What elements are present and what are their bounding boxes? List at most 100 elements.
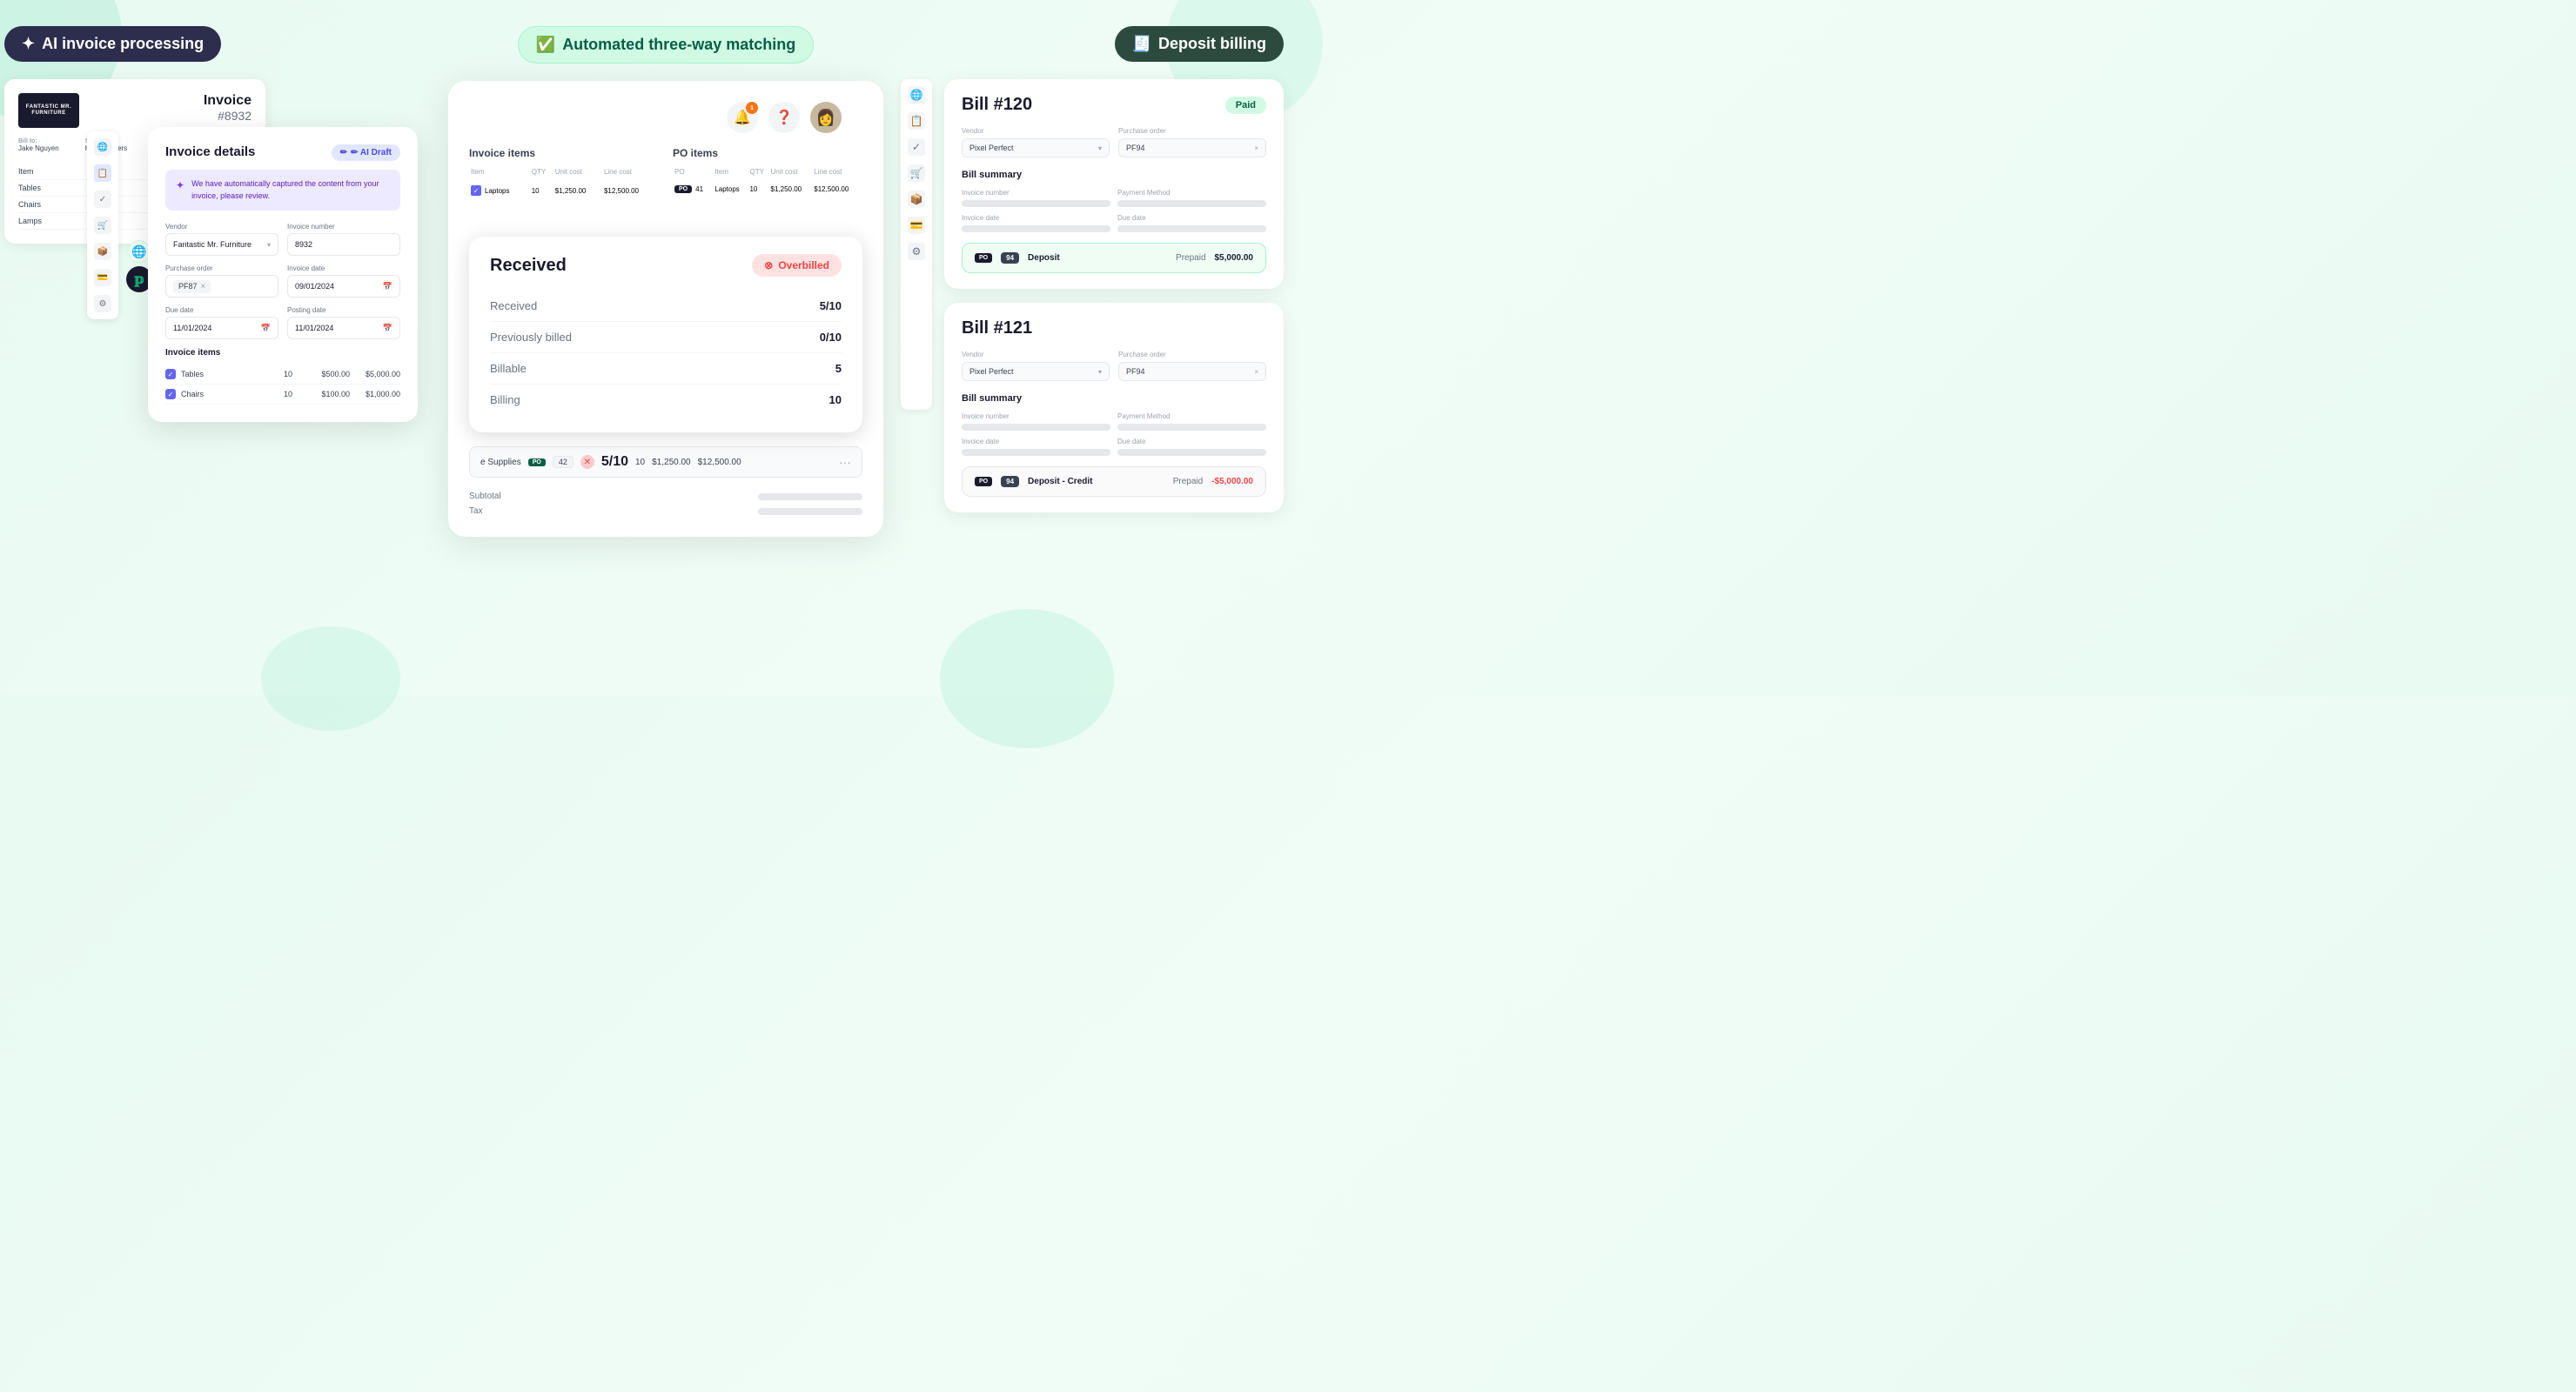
sidebar-icon-cart[interactable]: 🛒 — [94, 217, 111, 234]
tax-row: Tax — [469, 506, 862, 516]
bill-121-header: Bill #121 — [962, 318, 1266, 338]
col-item: Item — [471, 168, 530, 179]
col-qty: QTY — [532, 168, 553, 179]
r-sidebar-doc[interactable]: 📋 — [908, 112, 925, 130]
matching-grid: Invoice items Item QTY Unit cost Line co… — [469, 147, 862, 202]
subtotal-bar — [758, 493, 862, 500]
invoice-date-bar-121 — [962, 449, 1110, 456]
r-sidebar-globe[interactable]: 🌐 — [908, 86, 925, 104]
fantastic-logo: FANTASTIC MR. FURNITURE — [18, 93, 79, 128]
sidebar-icon-box[interactable]: 📦 — [94, 243, 111, 260]
po-field-121: Purchase order PF94 × — [1118, 351, 1266, 381]
user-avatar[interactable]: 👩 — [810, 102, 842, 133]
notification-bar: 🔔 1 ❓ 👩 — [490, 102, 842, 133]
invoice-date-field: Invoice date — [962, 214, 1110, 232]
matching-label: Automated three-way matching — [562, 36, 795, 54]
invoice-items-section: Invoice items Item QTY Unit cost Line co… — [469, 147, 659, 202]
received-row-1: Received 5/10 — [490, 291, 842, 322]
due-date-label: Due date — [165, 306, 278, 314]
invoice-date-field-121: Invoice date — [962, 438, 1110, 456]
po-group: Purchase order PF87 × — [165, 264, 278, 298]
sidebar-icon-check[interactable]: ✓ — [94, 191, 111, 208]
form-row-vendor-invoice: Vendor Fantastic Mr. Furniture Invoice n… — [165, 223, 400, 256]
po-tag-41: PO — [674, 185, 692, 193]
right-column: 🧾 Deposit billing 🌐 📋 ✓ 🛒 📦 💳 ⚙ — [901, 26, 1292, 512]
invoice-items-table: ✓ Tables 10 $500.00 $5,000.00 ✓ Chairs 1… — [165, 365, 400, 405]
tax-bar — [758, 508, 862, 515]
vendor-group: Vendor Fantastic Mr. Furniture — [165, 223, 278, 256]
sidebar-icon-settings[interactable]: ⚙ — [94, 295, 111, 312]
vendor-input[interactable]: Fantastic Mr. Furniture — [165, 233, 278, 256]
bill-to-block: Bill to: Jake Nguyen — [18, 138, 59, 157]
po-value-121[interactable]: PF94 × — [1118, 362, 1266, 381]
remove-po-120-icon[interactable]: × — [1254, 144, 1258, 152]
po-input[interactable]: PF87 × — [165, 275, 278, 298]
vendor-value-120[interactable]: Pixel Perfect ▾ — [962, 138, 1110, 157]
r-sidebar-settings[interactable]: ⚙ — [908, 243, 925, 260]
bill-to-label: Bill to: — [18, 138, 59, 144]
total-value: $12,500.00 — [698, 458, 741, 467]
po-num-42: 42 — [553, 456, 574, 468]
po-field: Purchase order PF94 × — [1118, 127, 1266, 157]
sparkle-icon: ✦ — [22, 35, 35, 53]
chevron-icon-121: ▾ — [1098, 368, 1102, 376]
ai-note-text: We have automatically captured the conte… — [191, 178, 390, 202]
po-num-badge-121: 94 — [1001, 476, 1019, 487]
ai-invoice-badge: ✦ AI invoice processing — [4, 26, 221, 62]
r-sidebar-card[interactable]: 💳 — [908, 217, 925, 234]
po-value-120[interactable]: PF94 × — [1118, 138, 1266, 157]
deco-circle-bl — [261, 626, 400, 731]
bill-121-summary-grid: Invoice number Payment Method Invoice da… — [962, 412, 1266, 456]
pencil-icon: ✏ — [340, 148, 347, 157]
vendor-field-121: Vendor Pixel Perfect ▾ — [962, 351, 1110, 381]
deposit-credit-line-121: PO 94 Deposit - Credit Prepaid -$5,000.0… — [962, 466, 1266, 497]
invoice-title: Invoice — [204, 93, 252, 109]
po-matching-table: PO Item QTY Unit cost Line cost — [673, 166, 862, 199]
vendor-value-121[interactable]: Pixel Perfect ▾ — [962, 362, 1110, 381]
close-red-icon[interactable]: ✕ — [580, 455, 594, 469]
notification-badge: 1 — [746, 102, 758, 114]
x-circle-icon: ⊗ — [764, 259, 773, 271]
invoice-num-field-121: Invoice number — [962, 412, 1110, 431]
bill-card-121: Bill #121 Vendor Pixel Perfect ▾ — [944, 303, 1284, 512]
sidebar-icon-globe[interactable]: 🌐 — [94, 138, 111, 156]
invoice-number-input[interactable]: 8932 — [287, 233, 400, 256]
payment-bar — [1117, 200, 1266, 207]
more-dots-icon[interactable]: ··· — [839, 455, 851, 469]
invoice-date-bar — [962, 225, 1110, 232]
payment-method-field-121: Payment Method — [1117, 412, 1266, 431]
bill-120-summary-grid: Invoice number Payment Method Invoice da… — [962, 189, 1266, 232]
remove-po-icon[interactable]: × — [201, 282, 206, 291]
po-table-row-1: PO 41 Laptops 10 $1,250.00 $12,500.00 — [674, 181, 861, 197]
invoice-date-input[interactable]: 09/01/2024 — [287, 275, 400, 298]
r-sidebar-cart[interactable]: 🛒 — [908, 164, 925, 182]
due-date-field: Due date — [1117, 214, 1266, 232]
r-sidebar-box[interactable]: 📦 — [908, 191, 925, 208]
deposit-line-item-120: PO 94 Deposit Prepaid $5,000.00 — [962, 243, 1266, 273]
remove-po-121-icon[interactable]: × — [1254, 368, 1258, 376]
bell-icon[interactable]: 🔔 1 — [727, 102, 758, 133]
mid-panel: 🔔 1 ❓ 👩 Invoice items Item — [448, 81, 883, 537]
col-line-po: Line cost — [814, 168, 861, 179]
bill-120-header: Bill #120 Paid — [962, 95, 1266, 115]
sidebar-icon-card[interactable]: 💳 — [94, 269, 111, 286]
invoice-date-label: Invoice date — [287, 264, 400, 272]
help-icon[interactable]: ❓ — [768, 102, 800, 133]
po-green-tag: PO — [528, 458, 546, 466]
company-name-line1: FANTASTIC MR. FURNITURE — [22, 104, 76, 117]
deposit-badge: 🧾 Deposit billing — [1115, 26, 1284, 62]
col-unit-cost: Unit cost — [555, 168, 602, 179]
invoice-matching-table: Item QTY Unit cost Line cost ✓ — [469, 166, 659, 202]
posting-date-input[interactable]: 11/01/2024 — [287, 317, 400, 339]
due-date-input[interactable]: 11/01/2024 — [165, 317, 278, 339]
r-sidebar-check[interactable]: ✓ — [908, 138, 925, 156]
invoice-header: FANTASTIC MR. FURNITURE Invoice #8932 — [18, 93, 252, 128]
col-unit-po: Unit cost — [771, 168, 813, 179]
middle-column: ✅ Automated three-way matching 🔔 1 ❓ 👩 — [431, 26, 901, 537]
due-date-bar — [1117, 225, 1266, 232]
right-panel: 🌐 📋 ✓ 🛒 📦 💳 ⚙ Bill #120 Paid — [901, 79, 1284, 512]
sidebar-icon-doc[interactable]: 📋 — [94, 164, 111, 182]
invoice-table-row-1: ✓ Laptops 10 $1,250.00 $12,500.00 — [471, 181, 657, 200]
bill-120-fields: Vendor Pixel Perfect ▾ Purchase order PF… — [962, 127, 1266, 157]
bill-120-number: Bill #120 — [962, 95, 1032, 115]
